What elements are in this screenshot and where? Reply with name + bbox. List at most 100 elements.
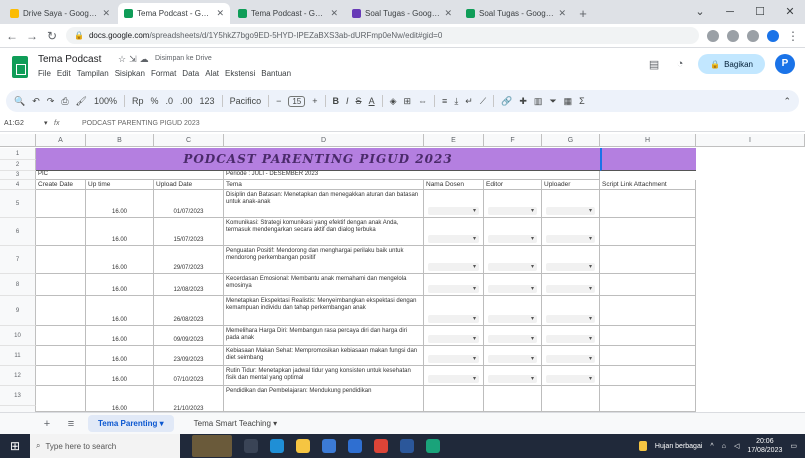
sheet-banner-title[interactable]: PODCAST PARENTING PIGUD 2023 [36,148,600,171]
browser-tab[interactable]: Drive Saya - Google Drive✕ [4,3,116,24]
row-header[interactable]: 9 [0,296,36,326]
editor-dropdown[interactable]: ▾ [484,246,542,274]
close-icon[interactable]: ✕ [216,8,224,19]
header-uploader[interactable]: Uploader [542,180,600,190]
tema-cell[interactable]: Kecerdasan Emosional: Membantu anak mema… [224,274,424,296]
tema-cell[interactable]: Pendidikan dan Pembelajaran: Mendukung p… [224,386,424,412]
chevron-down-icon[interactable]: ▾ [546,263,595,271]
chevron-down-icon[interactable]: ▾ [488,355,537,363]
nama-dosen-dropdown[interactable]: ▾ [424,326,484,346]
script-link-cell[interactable] [600,274,696,296]
url-input[interactable]: 🔒 docs.google.com/spreadsheets/d/1Y5hkZ7… [66,27,699,44]
nama-dosen-dropdown[interactable]: ▾ [424,296,484,326]
minimize-icon[interactable]: ─ [715,0,745,24]
chevron-down-icon[interactable]: ▾ [428,263,479,271]
merge-cells-icon[interactable]: ⇔ [418,96,427,106]
font-select[interactable]: Pacifico [230,96,262,106]
text-color-icon[interactable]: A [369,96,375,106]
close-window-icon[interactable]: ✕ [775,0,805,24]
upload-date-cell[interactable]: 07/10/2023 [154,366,224,386]
row-header[interactable]: 8 [0,274,36,296]
chevron-down-icon[interactable]: ▾ [44,119,54,127]
editor-cell[interactable] [484,386,542,412]
browser-tab[interactable]: Soal Tugas - Google Sprea✕ [460,3,572,24]
uploader-dropdown[interactable]: ▾ [542,218,600,246]
row-header[interactable]: 3 [0,171,36,180]
chevron-down-icon[interactable]: ▾ [428,335,479,343]
up-time-cell[interactable]: 16.00 [86,326,154,346]
nama-dosen-dropdown[interactable]: ▾ [424,366,484,386]
menu-edit[interactable]: Edit [57,69,71,78]
uploader-dropdown[interactable]: ▾ [542,190,600,218]
chevron-down-icon[interactable]: ▾ [488,235,537,243]
reload-icon[interactable]: ↻ [46,29,58,43]
all-sheets-icon[interactable]: ≡ [64,418,78,430]
uploader-dropdown[interactable]: ▾ [542,246,600,274]
extension-icon[interactable] [747,29,759,42]
column-header-h[interactable]: H [600,134,696,147]
create-date-cell[interactable] [36,326,86,346]
chevron-down-icon[interactable]: ▾ [546,235,595,243]
row-header[interactable]: 12 [0,366,36,386]
notifications-icon[interactable]: ▭ [790,442,797,450]
menu-help[interactable]: Bantuan [261,69,291,78]
tema-cell[interactable]: Kebiasaan Makan Sehat: Mempromosikan keb… [224,346,424,366]
column-header-f[interactable]: F [484,134,542,147]
undo-icon[interactable]: ↶ [32,96,40,107]
script-link-cell[interactable] [600,190,696,218]
chevron-down-icon[interactable]: ▾ [488,263,537,271]
script-link-cell[interactable] [600,386,696,412]
italic-icon[interactable]: I [346,96,349,106]
fill-color-icon[interactable]: ◈ [390,96,397,107]
sheet-tab-tema-parenting[interactable]: Tema Parenting ▾ [88,415,174,432]
mail-icon[interactable] [348,439,362,453]
network-icon[interactable]: ⌂ [722,443,726,450]
column-header-e[interactable]: E [424,134,484,147]
align-vertical-icon[interactable]: ⤓ [454,96,458,107]
create-date-cell[interactable] [36,366,86,386]
teams-icon[interactable] [426,439,440,453]
uploader-cell[interactable] [542,386,600,412]
tema-cell[interactable]: Memelihara Harga Diri: Membangun rasa pe… [224,326,424,346]
font-size-increase-icon[interactable]: + [312,96,317,106]
nama-dosen-cell[interactable] [424,386,484,412]
header-up-time[interactable]: Up time [86,180,154,190]
nama-dosen-dropdown[interactable]: ▾ [424,246,484,274]
chevron-down-icon[interactable]: ▾ [488,335,537,343]
menu-data[interactable]: Data [182,69,199,78]
chevron-down-icon[interactable]: ▾ [428,315,479,323]
sheets-logo-icon[interactable] [12,56,28,78]
borders-icon[interactable]: ⊞ [404,96,412,107]
script-link-cell[interactable] [600,296,696,326]
close-icon[interactable]: ✕ [330,8,338,19]
create-date-cell[interactable] [36,246,86,274]
store-icon[interactable] [322,439,336,453]
nama-dosen-dropdown[interactable]: ▾ [424,346,484,366]
font-size-decrease-icon[interactable]: − [276,96,281,106]
chevron-down-icon[interactable]: ▾ [546,355,595,363]
script-link-cell[interactable] [600,218,696,246]
row-header[interactable]: 5 [0,190,36,218]
column-header-g[interactable]: G [542,134,600,147]
chevron-down-icon[interactable]: ▾ [488,375,537,383]
maximize-icon[interactable]: ☐ [745,0,775,24]
chrome-icon[interactable] [374,439,388,453]
script-link-cell[interactable] [600,326,696,346]
collapse-toolbar-icon[interactable]: ⌃ [783,96,791,107]
search-icon[interactable]: 🔍 [14,96,25,107]
volume-icon[interactable]: ◁ [734,442,739,450]
browser-tab[interactable]: Tema Podcast - Google Sprea✕ [232,3,344,24]
banner-extension-cell[interactable] [600,148,696,171]
nama-dosen-dropdown[interactable]: ▾ [424,274,484,296]
chevron-down-icon[interactable]: ▾ [546,315,595,323]
header-nama-dosen[interactable]: Nama Dosen [424,180,484,190]
header-create-date[interactable]: Create Date [36,180,86,190]
header-script-link[interactable]: Script Link Attachment [600,180,696,190]
profile-icon[interactable] [767,29,779,42]
clock[interactable]: 20:06 17/08/2023 [747,437,782,455]
filter-icon[interactable]: ⏷ [549,96,556,107]
header-editor[interactable]: Editor [484,180,542,190]
decimal-decrease-icon[interactable]: .0 [166,96,174,106]
zoom-select[interactable]: 100% [94,96,117,106]
sheet-tab-tema-smart-teaching[interactable]: Tema Smart Teaching ▾ [184,415,287,432]
